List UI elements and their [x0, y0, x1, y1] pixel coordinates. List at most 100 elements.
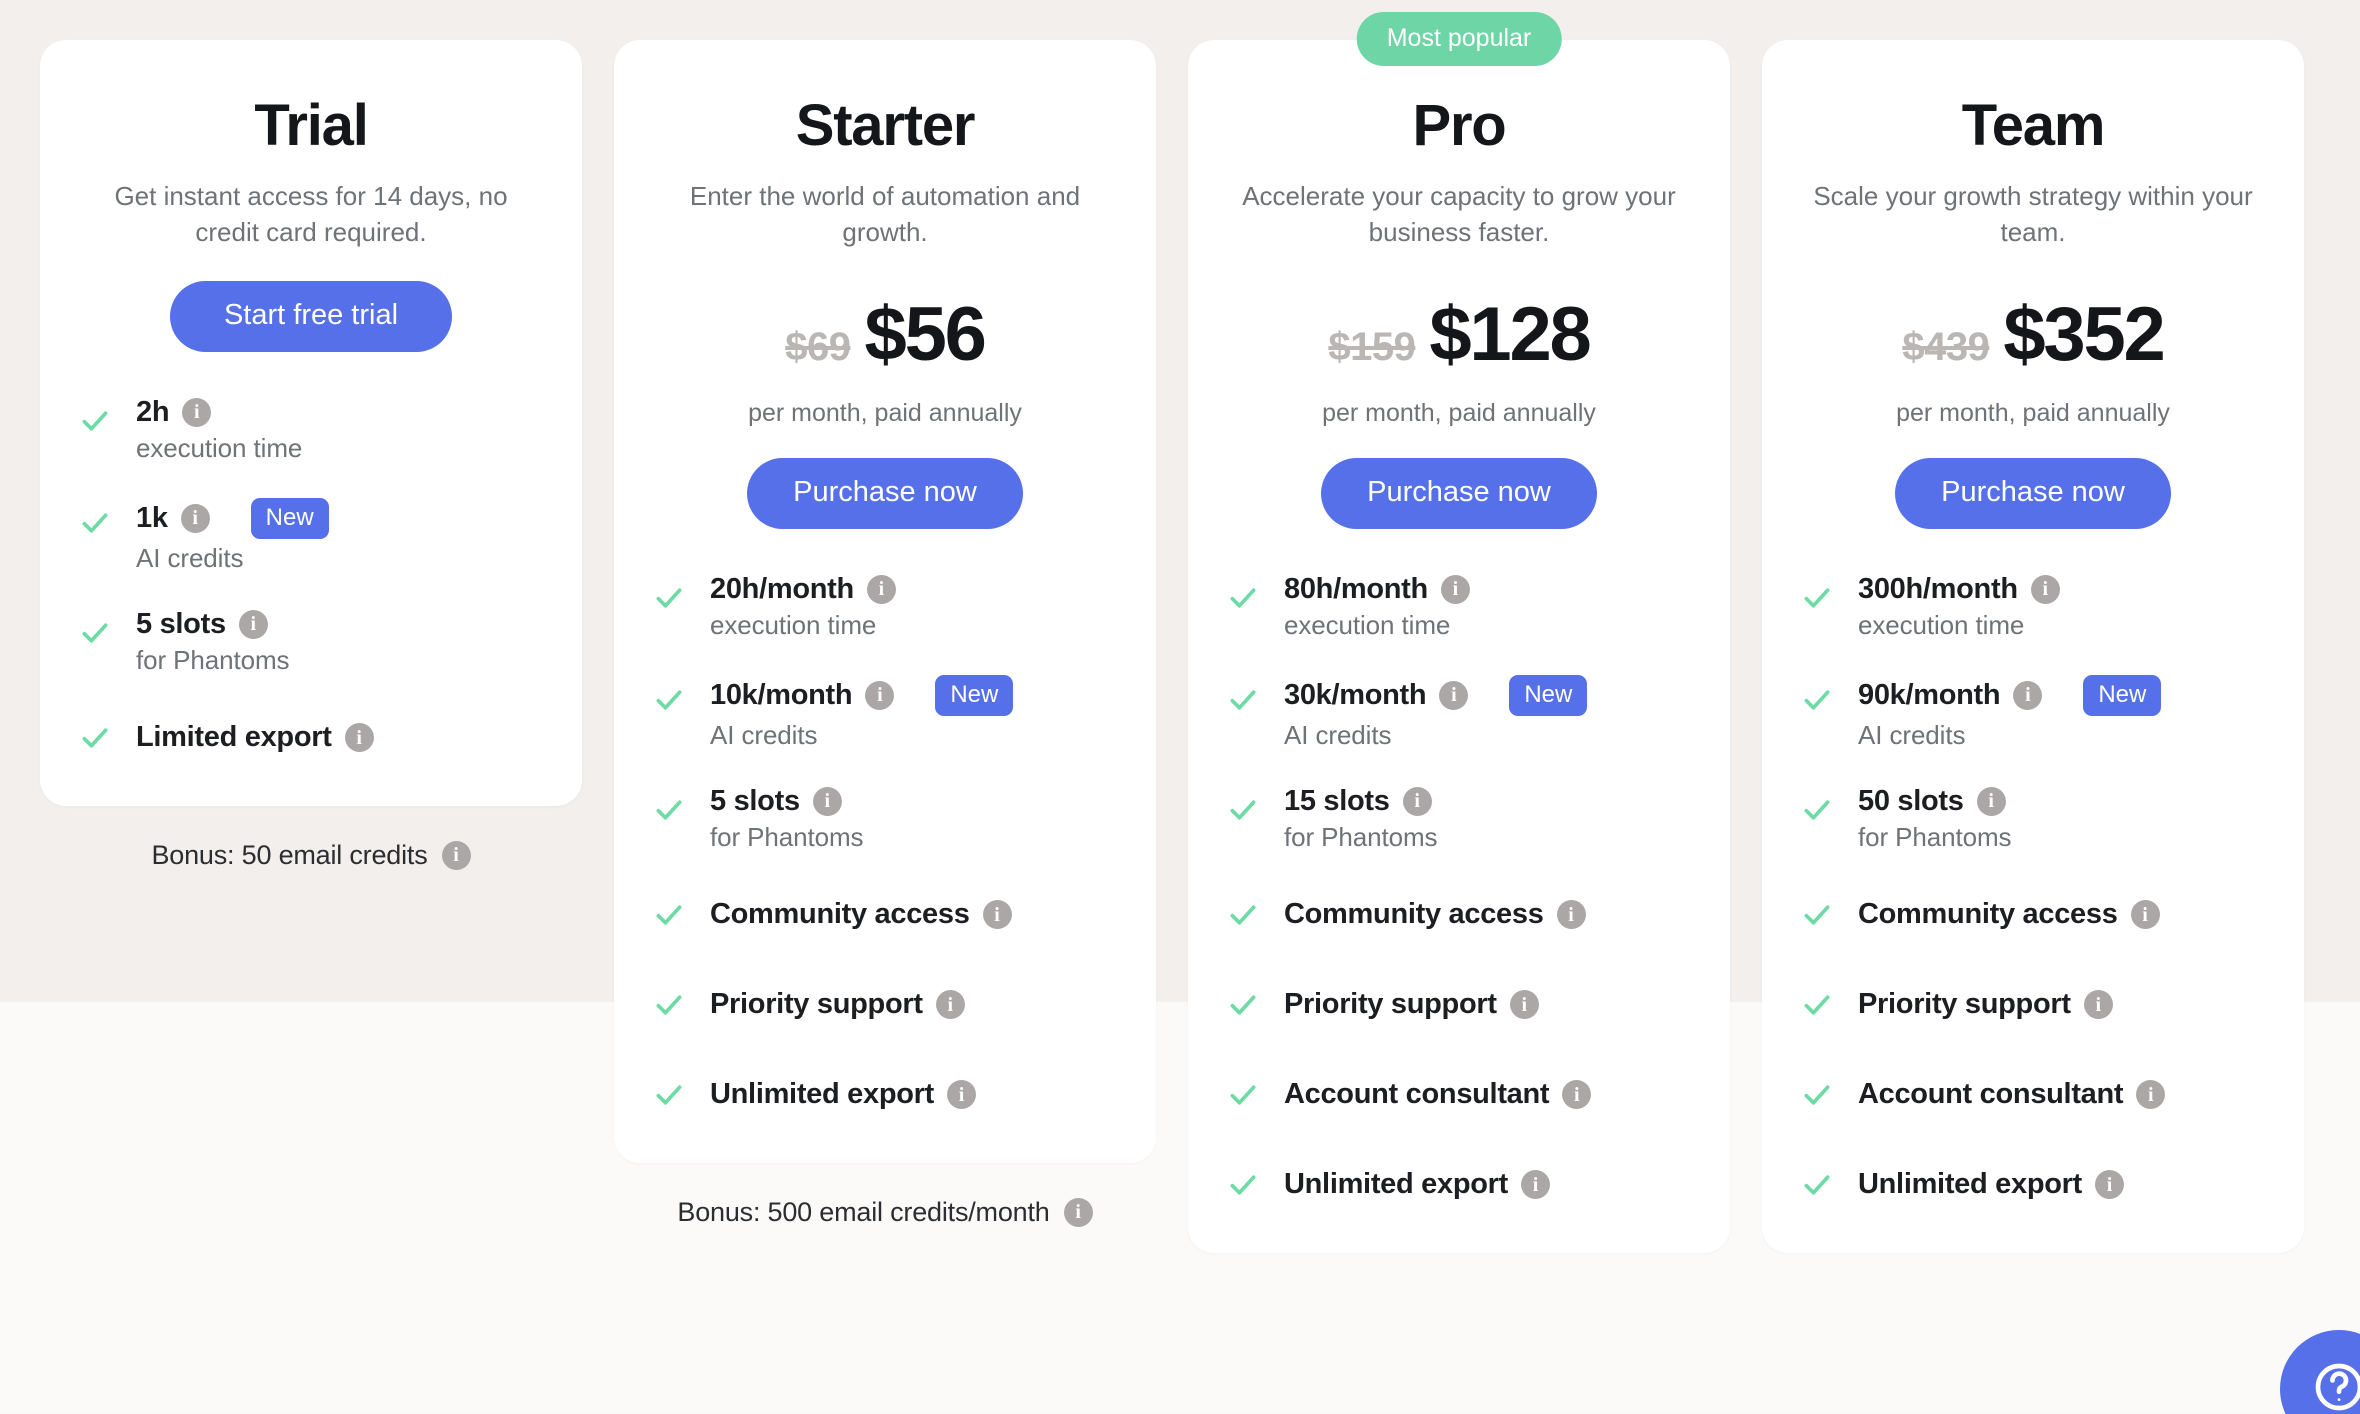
- info-icon[interactable]: i: [1976, 786, 2006, 816]
- feature-title: Account consultant: [1284, 1078, 1550, 1111]
- feature-title-row: 30k/month i New: [1284, 674, 1692, 716]
- purchase-now-button[interactable]: Purchase now: [747, 457, 1023, 529]
- feature-body: Community access i: [710, 898, 1118, 931]
- info-icon[interactable]: i: [344, 723, 374, 753]
- feature-title-row: Unlimited export i: [1858, 1168, 2266, 1201]
- info-icon[interactable]: i: [1556, 900, 1586, 930]
- feature-title-row: Account consultant i: [1284, 1078, 1692, 1111]
- plan-card-trial: Trial Get instant access for 14 days, no …: [40, 40, 582, 806]
- feature-title-row: 20h/month i: [710, 573, 1118, 606]
- check-icon: [1800, 683, 1834, 717]
- feature-title-row: 2h i: [136, 396, 544, 429]
- feature-body: Unlimited export i: [1284, 1168, 1692, 1201]
- feature-item: Account consultant i: [1226, 1067, 1692, 1123]
- help-circle-icon: [2311, 1359, 2360, 1414]
- feature-title: Unlimited export: [710, 1078, 934, 1111]
- info-icon[interactable]: i: [2083, 990, 2113, 1020]
- feature-item: Community access i: [1226, 887, 1692, 943]
- feature-title-row: Community access i: [1284, 898, 1692, 931]
- feature-title: 80h/month: [1284, 572, 1428, 605]
- cta-wrapper: Start free trial: [78, 280, 544, 352]
- info-icon[interactable]: i: [2030, 574, 2060, 604]
- feature-subtitle: for Phantoms: [1284, 821, 1438, 852]
- feature-title-row: 5 slots i: [710, 785, 1118, 818]
- feature-item: Unlimited export i: [1800, 1157, 2266, 1213]
- cta-wrapper: Purchase now: [1800, 457, 2266, 529]
- feature-subtitle: for Phantoms: [136, 644, 290, 675]
- feature-title: 15 slots: [1284, 784, 1390, 817]
- feature-body: 5 slots i for Phantoms: [136, 608, 544, 676]
- info-icon[interactable]: i: [1521, 1170, 1550, 1200]
- plan-tagline: Accelerate your capacity to grow your bu…: [1242, 180, 1676, 247]
- info-icon[interactable]: i: [935, 990, 965, 1020]
- feature-body: 10k/month i New AI credits: [710, 674, 1118, 751]
- feature-body: Priority support i: [710, 988, 1118, 1021]
- info-icon[interactable]: i: [2130, 900, 2160, 930]
- info-icon[interactable]: i: [1063, 1197, 1093, 1227]
- feature-title: 50 slots: [1858, 784, 1964, 817]
- check-icon: [652, 1078, 686, 1112]
- purchase-now-button[interactable]: Purchase now: [1895, 457, 2171, 529]
- feature-item: 30k/month i New AI credits: [1226, 674, 1692, 751]
- feature-title: 5 slots: [710, 784, 800, 817]
- info-icon[interactable]: i: [238, 609, 268, 639]
- feature-title: Community access: [1858, 898, 2118, 931]
- info-icon[interactable]: i: [982, 900, 1012, 930]
- info-icon[interactable]: i: [1509, 990, 1539, 1020]
- feature-item: 2h i execution time: [78, 396, 544, 464]
- info-icon[interactable]: i: [1440, 574, 1470, 604]
- feature-body: Unlimited export i: [710, 1078, 1118, 1111]
- info-icon[interactable]: i: [180, 503, 210, 533]
- check-icon: [1800, 988, 1834, 1022]
- feature-title: 1k: [136, 501, 168, 534]
- check-icon: [78, 616, 112, 650]
- check-icon: [78, 721, 112, 755]
- info-icon[interactable]: i: [866, 574, 896, 604]
- feature-body: Priority support i: [1284, 988, 1692, 1021]
- feature-title: 300h/month: [1858, 572, 2018, 605]
- feature-title-row: Unlimited export i: [1284, 1168, 1692, 1201]
- feature-body: 90k/month i New AI credits: [1858, 674, 2266, 751]
- info-icon[interactable]: i: [2095, 1170, 2124, 1200]
- info-icon[interactable]: i: [1562, 1080, 1592, 1110]
- feature-body: 30k/month i New AI credits: [1284, 674, 1692, 751]
- feature-body: Account consultant i: [1858, 1078, 2266, 1111]
- check-icon: [1800, 581, 1834, 615]
- feature-title-row: 300h/month i: [1858, 573, 2266, 606]
- check-icon: [1800, 793, 1834, 827]
- check-icon: [652, 793, 686, 827]
- price-original: $159: [1328, 324, 1416, 369]
- start-free-trial-button[interactable]: Start free trial: [169, 280, 453, 352]
- feature-body: 300h/month i execution time: [1858, 573, 2266, 641]
- feature-item: Community access i: [1800, 887, 2266, 943]
- info-icon[interactable]: i: [2136, 1080, 2166, 1110]
- info-icon[interactable]: i: [182, 397, 212, 427]
- feature-title-row: 90k/month i New: [1858, 674, 2266, 716]
- feature-body: Limited export i: [136, 721, 544, 754]
- bonus-row: Bonus: 500 email credits/month i: [614, 1197, 1156, 1228]
- feature-body: 80h/month i execution time: [1284, 573, 1692, 641]
- feature-title: 2h: [136, 395, 170, 428]
- new-badge: New: [2083, 674, 2162, 716]
- feature-title-row: 50 slots i: [1858, 785, 2266, 818]
- info-icon[interactable]: i: [2013, 680, 2043, 710]
- info-icon[interactable]: i: [865, 680, 895, 710]
- info-icon[interactable]: i: [1439, 680, 1469, 710]
- info-icon[interactable]: i: [947, 1080, 976, 1110]
- feature-title: Community access: [710, 898, 970, 931]
- plan-tagline: Enter the world of automation and growth…: [689, 180, 1081, 247]
- bonus-row: Bonus: 50 email credits i: [40, 840, 582, 871]
- info-icon[interactable]: i: [441, 840, 471, 870]
- bonus-text: Bonus: 500 email credits/month: [677, 1196, 1050, 1227]
- feature-title-row: 15 slots i: [1284, 785, 1692, 818]
- feature-subtitle: execution time: [710, 609, 877, 640]
- plan-name: Team: [1961, 93, 2106, 158]
- feature-title: Priority support: [1284, 988, 1497, 1021]
- feature-title-row: Community access i: [710, 898, 1118, 931]
- purchase-now-button[interactable]: Purchase now: [1321, 457, 1597, 529]
- feature-title-row: Limited export i: [136, 721, 544, 754]
- plan-tagline: Scale your growth strategy within your t…: [1813, 180, 2253, 247]
- cta-wrapper: Purchase now: [1226, 457, 1692, 529]
- info-icon[interactable]: i: [812, 786, 842, 816]
- info-icon[interactable]: i: [1402, 786, 1432, 816]
